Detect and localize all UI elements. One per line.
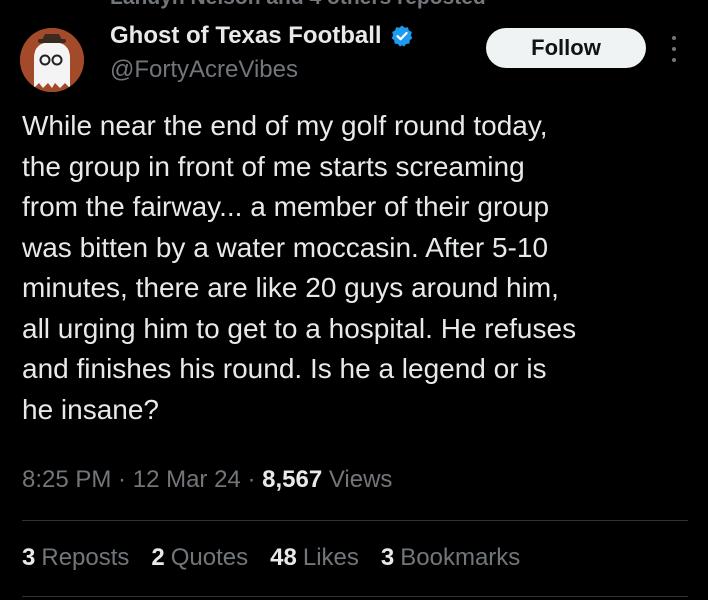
views-label: Views xyxy=(328,466,393,493)
more-options-icon[interactable] xyxy=(664,36,684,62)
divider xyxy=(22,596,688,597)
author-display-name[interactable]: Ghost of Texas Football xyxy=(110,22,382,50)
tweet-meta: 8:25 PM · 12 Mar 24 · 8,567 Views xyxy=(22,466,392,494)
more-dot xyxy=(672,36,676,40)
tweet-text: While near the end of my golf round toda… xyxy=(22,110,577,425)
meta-separator: · xyxy=(240,466,263,493)
author-handle[interactable]: @FortyAcreVibes xyxy=(110,56,298,84)
tweet-date[interactable]: 12 Mar 24 xyxy=(133,466,241,493)
views-count: 8,567 xyxy=(262,466,323,493)
stat-likes[interactable]: 48 Likes xyxy=(270,544,359,572)
stat-bookmarks[interactable]: 3 Bookmarks xyxy=(381,544,520,572)
stat-reposts[interactable]: 3 Reposts xyxy=(22,544,129,572)
more-dot xyxy=(672,47,676,51)
meta-separator: · xyxy=(111,466,133,493)
stat-quotes[interactable]: 2 Quotes xyxy=(151,544,248,572)
social-context-cutoff: Landyn Nelson and 4 others reposted xyxy=(110,0,486,10)
more-dot xyxy=(672,58,676,62)
ghost-avatar-icon xyxy=(20,28,84,92)
follow-button[interactable]: Follow xyxy=(486,28,646,68)
engagement-stats: 3 Reposts 2 Quotes 48 Likes 3 Bookmarks xyxy=(22,544,520,572)
author-avatar[interactable] xyxy=(20,28,84,92)
divider xyxy=(22,520,688,521)
verified-badge-icon xyxy=(390,24,414,48)
author-name-row: Ghost of Texas Football xyxy=(110,22,414,50)
tweet-time[interactable]: 8:25 PM xyxy=(22,466,111,493)
